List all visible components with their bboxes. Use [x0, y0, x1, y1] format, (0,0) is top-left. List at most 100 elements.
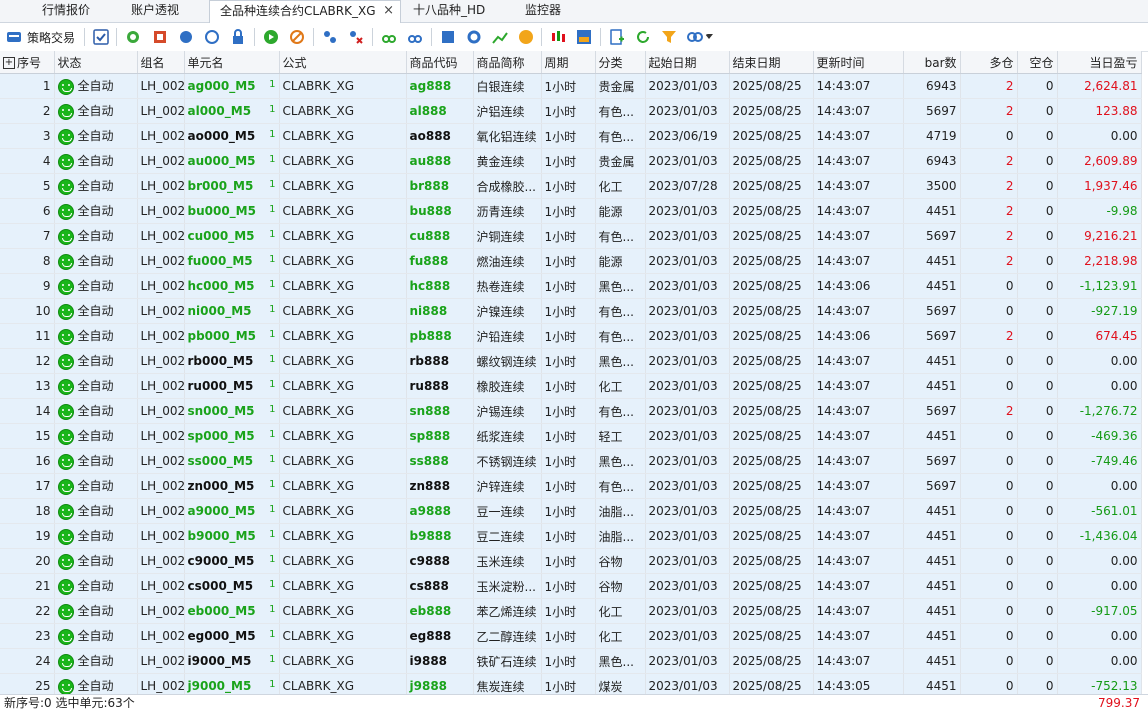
- check-icon[interactable]: [93, 29, 109, 45]
- lock-icon[interactable]: [230, 29, 246, 45]
- cell-unit[interactable]: a9000_M5 1: [184, 498, 280, 524]
- cell-status[interactable]: 全自动: [54, 273, 138, 299]
- link-icon[interactable]: [381, 29, 397, 45]
- table-row[interactable]: 4 全自动 LH_002 au000_M5 1 CLABRK_XG au888 黄金连续 1小时…: [0, 148, 1142, 174]
- cell-unit[interactable]: rb000_M5 1: [184, 348, 280, 374]
- add-document-icon[interactable]: [609, 29, 625, 45]
- cell-unit[interactable]: al000_M5 1: [184, 98, 280, 124]
- cell-unit[interactable]: c9000_M5 1: [184, 548, 280, 574]
- table-row[interactable]: 25 全自动 LH_002 j9000_M5 1 CLABRK_XG j9888 焦炭连续 1小…: [0, 673, 1142, 694]
- add-unit-icon[interactable]: [322, 29, 338, 45]
- cell-unit[interactable]: hc000_M5 1: [184, 273, 280, 299]
- cell-status[interactable]: 全自动: [54, 173, 138, 199]
- cell-unit[interactable]: bu000_M5 1: [184, 198, 280, 224]
- table-row[interactable]: 2 全自动 LH_002 al000_M5 1 CLABRK_XG al888 沪铝连续 1小时…: [0, 98, 1142, 124]
- table-row[interactable]: 13 全自动 LH_002 ru000_M5 1 CLABRK_XG ru888 橡胶连续 1小…: [0, 373, 1142, 399]
- table-row[interactable]: 9 全自动 LH_002 hc000_M5 1 CLABRK_XG hc888 热卷连续 1小时…: [0, 273, 1142, 299]
- col-category[interactable]: 分类: [595, 51, 646, 74]
- cell-unit[interactable]: br000_M5 1: [184, 173, 280, 199]
- table-row[interactable]: 24 全自动 LH_002 i9000_M5 1 CLABRK_XG i9888 铁矿石连续 1…: [0, 648, 1142, 674]
- close-icon[interactable]: ×: [383, 1, 394, 21]
- cell-unit[interactable]: sp000_M5 1: [184, 423, 280, 449]
- cell-unit[interactable]: sn000_M5 1: [184, 398, 280, 424]
- cell-status[interactable]: 全自动: [54, 323, 138, 349]
- cell-unit[interactable]: ao000_M5 1: [184, 123, 280, 149]
- group-icon[interactable]: [178, 29, 194, 45]
- cell-status[interactable]: 全自动: [54, 598, 138, 624]
- col-seq[interactable]: + 序号: [0, 51, 55, 74]
- cell-status[interactable]: 全自动: [54, 648, 138, 674]
- table-row[interactable]: 11 全自动 LH_002 pb000_M5 1 CLABRK_XG pb888 沪铅连续 1小…: [0, 323, 1142, 349]
- table-row[interactable]: 7 全自动 LH_002 cu000_M5 1 CLABRK_XG cu888 沪铜连续 1小时…: [0, 223, 1142, 249]
- table-row[interactable]: 12 全自动 LH_002 rb000_M5 1 CLABRK_XG rb888 螺纹钢连续 1…: [0, 348, 1142, 374]
- col-name[interactable]: 商品简称: [473, 51, 542, 74]
- cell-status[interactable]: 全自动: [54, 123, 138, 149]
- cell-status[interactable]: 全自动: [54, 548, 138, 574]
- cell-unit[interactable]: au000_M5 1: [184, 148, 280, 174]
- cell-unit[interactable]: cs000_M5 1: [184, 573, 280, 599]
- tab-eighteen[interactable]: 十八品种_HD: [413, 0, 485, 22]
- refresh-group-icon[interactable]: [125, 29, 141, 45]
- smile-icon[interactable]: [518, 29, 534, 45]
- table-row[interactable]: 17 全自动 LH_002 zn000_M5 1 CLABRK_XG zn888 沪锌连续 1小…: [0, 473, 1142, 499]
- cell-unit[interactable]: j9000_M5 1: [184, 673, 280, 694]
- image-chart-icon[interactable]: [576, 29, 592, 45]
- chevron-down-icon[interactable]: [705, 34, 721, 50]
- table-row[interactable]: 1 全自动 LH_002 ag000_M5 1 CLABRK_XG ag888 白银连续 1小时…: [0, 73, 1142, 99]
- table-row[interactable]: 5 全自动 LH_002 br000_M5 1 CLABRK_XG br888 合成橡胶...…: [0, 173, 1142, 199]
- reload-icon[interactable]: [635, 29, 651, 45]
- cell-unit[interactable]: ag000_M5 1: [184, 73, 280, 99]
- table-row[interactable]: 10 全自动 LH_002 ni000_M5 1 CLABRK_XG ni888 沪镍连续 1小…: [0, 298, 1142, 324]
- table-row[interactable]: 23 全自动 LH_002 eg000_M5 1 CLABRK_XG eg888 乙二醇连续 1…: [0, 623, 1142, 649]
- cell-unit[interactable]: zn000_M5 1: [184, 473, 280, 499]
- cell-unit[interactable]: ni000_M5 1: [184, 298, 280, 324]
- cell-status[interactable]: 全自动: [54, 448, 138, 474]
- cell-status[interactable]: 全自动: [54, 673, 138, 694]
- table-row[interactable]: 15 全自动 LH_002 sp000_M5 1 CLABRK_XG sp888 纸浆连续 1小…: [0, 423, 1142, 449]
- cell-status[interactable]: 全自动: [54, 298, 138, 324]
- gear-icon[interactable]: [466, 29, 482, 45]
- delete-icon[interactable]: [152, 29, 168, 45]
- col-group[interactable]: 组名: [137, 51, 185, 74]
- cell-unit[interactable]: ss000_M5 1: [184, 448, 280, 474]
- col-formula[interactable]: 公式: [279, 51, 407, 74]
- cell-status[interactable]: 全自动: [54, 398, 138, 424]
- cell-status[interactable]: 全自动: [54, 423, 138, 449]
- col-end-date[interactable]: 结束日期: [729, 51, 814, 74]
- stop-icon[interactable]: [289, 29, 305, 45]
- settings-group-icon[interactable]: [204, 29, 220, 45]
- cell-status[interactable]: 全自动: [54, 473, 138, 499]
- cell-unit[interactable]: eb000_M5 1: [184, 598, 280, 624]
- col-long[interactable]: 多仓: [960, 51, 1018, 74]
- cell-status[interactable]: 全自动: [54, 223, 138, 249]
- table-row[interactable]: 19 全自动 LH_002 b9000_M5 1 CLABRK_XG b9888 豆二连续 1小…: [0, 523, 1142, 549]
- col-pnl[interactable]: 当日盈亏: [1057, 51, 1142, 74]
- col-status[interactable]: 状态: [54, 51, 138, 74]
- table-row[interactable]: 6 全自动 LH_002 bu000_M5 1 CLABRK_XG bu888 沥青连续 1小时…: [0, 198, 1142, 224]
- cell-status[interactable]: 全自动: [54, 523, 138, 549]
- col-short[interactable]: 空仓: [1017, 51, 1058, 74]
- tab-quotes[interactable]: 行情报价: [42, 0, 90, 22]
- candlestick-icon[interactable]: [550, 29, 566, 45]
- cell-status[interactable]: 全自动: [54, 98, 138, 124]
- filter-icon[interactable]: [661, 29, 677, 45]
- table-row[interactable]: 22 全自动 LH_002 eb000_M5 1 CLABRK_XG eb888 苯乙烯连续 1…: [0, 598, 1142, 624]
- col-start-date[interactable]: 起始日期: [645, 51, 730, 74]
- table-row[interactable]: 18 全自动 LH_002 a9000_M5 1 CLABRK_XG a9888 豆一连续 1小…: [0, 498, 1142, 524]
- table-row[interactable]: 16 全自动 LH_002 ss000_M5 1 CLABRK_XG ss888 不锈钢连续 1…: [0, 448, 1142, 474]
- chart-line-icon[interactable]: [492, 29, 508, 45]
- cell-unit[interactable]: ru000_M5 1: [184, 373, 280, 399]
- table-row[interactable]: 3 全自动 LH_002 ao000_M5 1 CLABRK_XG ao888 氧化铝连续 1小…: [0, 123, 1142, 149]
- cell-status[interactable]: 全自动: [54, 623, 138, 649]
- table-row[interactable]: 21 全自动 LH_002 cs000_M5 1 CLABRK_XG cs888 玉米淀粉..…: [0, 573, 1142, 599]
- col-period[interactable]: 周期: [541, 51, 596, 74]
- table-row[interactable]: 8 全自动 LH_002 fu000_M5 1 CLABRK_XG fu888 燃油连续 1小时…: [0, 248, 1142, 274]
- unlink-icon[interactable]: [407, 29, 423, 45]
- cell-unit[interactable]: pb000_M5 1: [184, 323, 280, 349]
- table-row[interactable]: 20 全自动 LH_002 c9000_M5 1 CLABRK_XG c9888 玉米连续 1小…: [0, 548, 1142, 574]
- strategy-trade-button[interactable]: 策略交易: [6, 27, 75, 47]
- chain-icon[interactable]: [687, 29, 703, 45]
- col-update-time[interactable]: 更新时间: [813, 51, 904, 74]
- cell-unit[interactable]: eg000_M5 1: [184, 623, 280, 649]
- table-row[interactable]: 14 全自动 LH_002 sn000_M5 1 CLABRK_XG sn888 沪锡连续 1小…: [0, 398, 1142, 424]
